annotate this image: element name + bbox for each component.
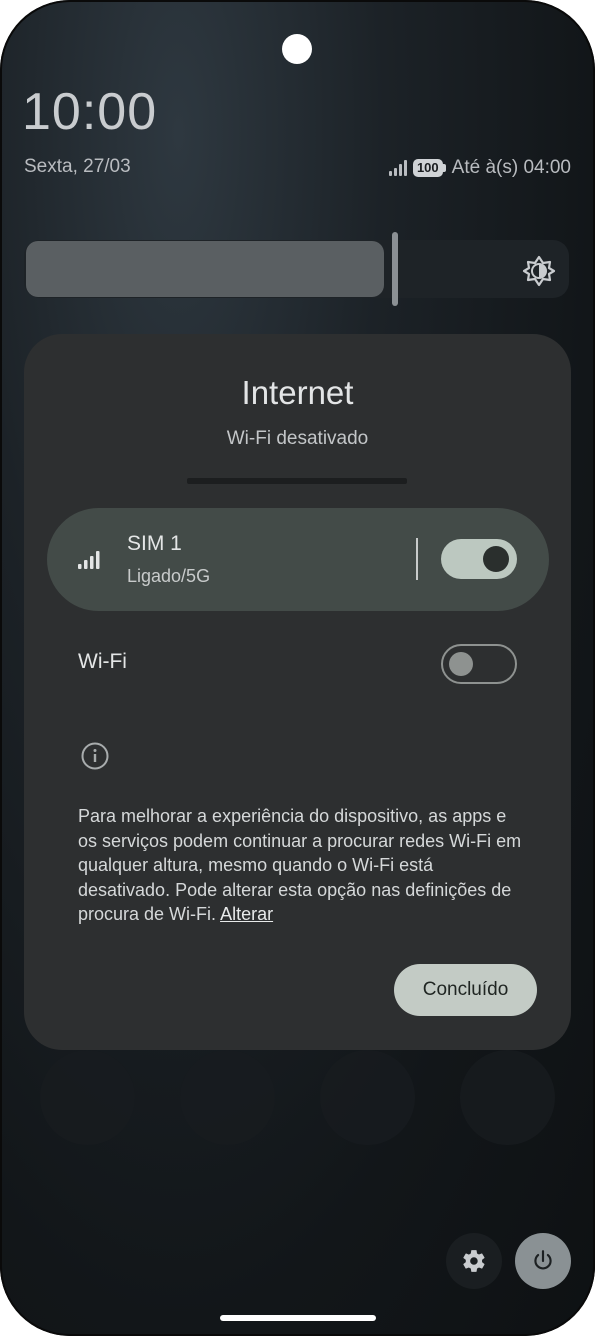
front-camera xyxy=(282,34,312,64)
sim-toggle-knob xyxy=(483,546,509,572)
brightness-slider-fill xyxy=(26,241,384,297)
sim-separator xyxy=(416,538,418,580)
background-tile xyxy=(320,1050,415,1145)
dialog-title: Internet xyxy=(241,374,354,411)
date: Sexta, 27/03 xyxy=(24,156,131,177)
battery-nub xyxy=(442,164,446,172)
sim-name: SIM 1 xyxy=(127,532,182,555)
info-icon xyxy=(81,742,109,770)
brightness-slider-handle[interactable] xyxy=(392,232,398,306)
alarm-text: Até à(s) 04:00 xyxy=(451,157,571,178)
brightness-icon xyxy=(522,255,556,287)
sim-toggle[interactable] xyxy=(441,539,517,579)
wifi-scan-info-text: Para melhorar a experiência do dispositi… xyxy=(78,806,522,924)
signal-icon xyxy=(388,160,407,176)
done-button[interactable]: Concluído xyxy=(394,964,537,1016)
settings-icon xyxy=(463,1250,485,1272)
change-link[interactable]: Alterar xyxy=(220,904,273,924)
power-icon xyxy=(534,1250,552,1270)
sim-status: Ligado/5G xyxy=(127,566,211,586)
settings-button[interactable] xyxy=(446,1233,502,1289)
wifi-toggle-knob xyxy=(449,652,473,676)
wifi-toggle[interactable] xyxy=(441,644,517,684)
background-tile xyxy=(180,1050,275,1145)
status-bar-right: 100 Até à(s) 04:00 xyxy=(388,156,571,180)
power-button[interactable] xyxy=(515,1233,571,1289)
dialog-divider xyxy=(187,478,407,484)
background-tile xyxy=(460,1050,555,1145)
cell-signal-icon xyxy=(78,551,100,569)
clock: 10:00 xyxy=(22,83,158,141)
dialog-subtitle: Wi-Fi desativado xyxy=(226,428,369,449)
phone-screen: 10:00 Sexta, 27/03 100 Até à(s) 04:00 In… xyxy=(0,0,595,1336)
home-indicator[interactable] xyxy=(220,1315,376,1321)
wifi-scan-info: Para melhorar a experiência do dispositi… xyxy=(78,804,528,927)
background-tile xyxy=(40,1050,135,1145)
wifi-label: Wi-Fi xyxy=(78,650,127,673)
battery-icon: 100 xyxy=(412,159,443,177)
